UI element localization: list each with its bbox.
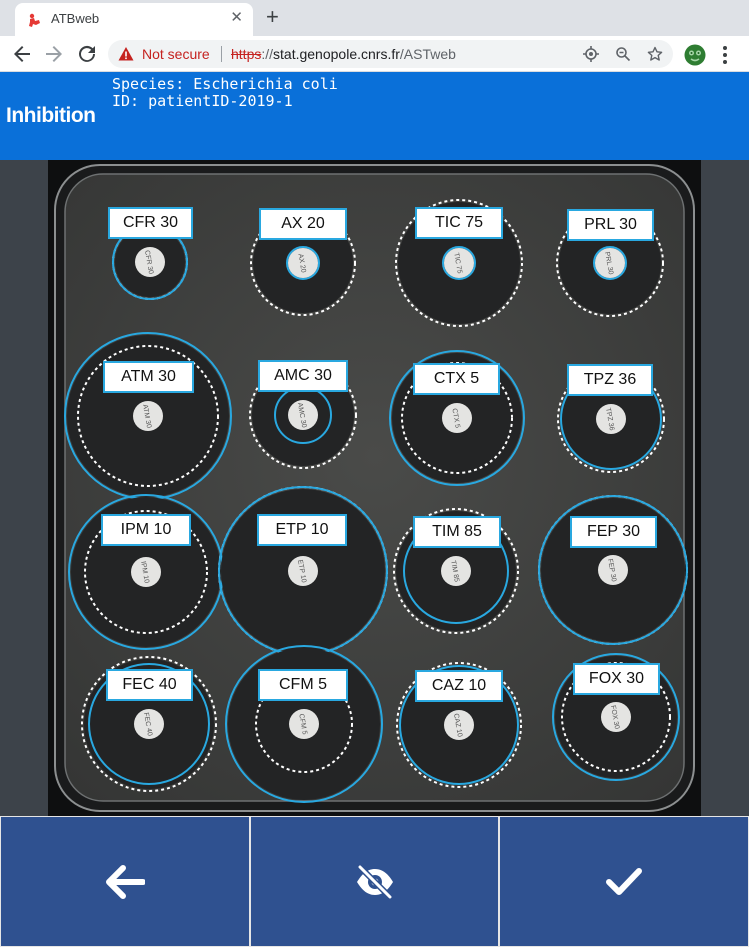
browser-tab[interactable]: ATBweb ✕ [15, 3, 253, 36]
sample-info: Species: Escherichia coli ID: patientID-2… [112, 76, 338, 110]
antibiotic-label-fep-30[interactable]: FEP 30 [570, 516, 657, 548]
url-separator: :// [261, 46, 274, 62]
close-tab-icon[interactable]: ✕ [230, 10, 243, 26]
bookmark-star-icon[interactable] [647, 46, 663, 62]
reload-icon[interactable] [75, 42, 99, 66]
page-title: Inhibition [6, 104, 96, 127]
antibiotic-label-amc-30[interactable]: AMC 30 [258, 360, 348, 392]
app-header: Inhibition Species: Escherichia coli ID: … [0, 72, 749, 160]
profile-avatar-icon[interactable] [684, 44, 706, 66]
back-button[interactable] [0, 816, 250, 947]
browser-menu-icon[interactable] [718, 44, 732, 66]
species-text: Species: Escherichia coli [112, 75, 338, 93]
eye-off-icon [356, 864, 393, 899]
antibiotic-label-prl-30[interactable]: PRL 30 [567, 209, 654, 241]
toggle-visibility-button[interactable] [250, 816, 499, 947]
antibiotic-label-tic-75[interactable]: TIC 75 [415, 207, 503, 239]
forward-icon[interactable] [42, 42, 66, 66]
url-host: stat.genopole.cnrs.fr [273, 46, 400, 62]
tab-title: ATBweb [51, 11, 100, 26]
antibiotic-label-ax-20[interactable]: AX 20 [259, 208, 347, 240]
antibiotic-label-tpz-36[interactable]: TPZ 36 [567, 364, 653, 396]
antibiotic-label-etp-10[interactable]: ETP 10 [257, 514, 347, 546]
antibiotic-label-ipm-10[interactable]: IPM 10 [101, 514, 191, 546]
petri-plate-image: CFR 30 AX 20 TIC 75 PRL 30 ATM 30 AMC 30 CTX 5… [48, 160, 701, 816]
antibiotic-label-atm-30[interactable]: ATM 30 [103, 361, 194, 393]
back-icon[interactable] [10, 42, 34, 66]
browser-tab-bar: ATBweb ✕ + [0, 0, 749, 36]
url-path: /ASTweb [399, 46, 456, 62]
security-status[interactable]: Not secure [142, 46, 210, 62]
antibiotic-label-cfr-30[interactable]: CFR 30 [108, 207, 193, 239]
new-tab-icon[interactable]: + [266, 4, 279, 30]
check-icon [606, 867, 642, 895]
antibiotic-label-cfm-5[interactable]: CFM 5 [258, 669, 348, 701]
antibiotic-label-caz-10[interactable]: CAZ 10 [415, 670, 503, 702]
omnibox-divider [221, 46, 222, 62]
url-text[interactable]: https://stat.genopole.cnrs.fr/ASTweb [231, 46, 456, 62]
msf-logo-icon [29, 13, 40, 27]
location-icon[interactable] [583, 46, 599, 62]
patient-id-text: ID: patientID-2019-1 [112, 92, 293, 110]
url-scheme: https [231, 46, 262, 62]
browser-toolbar: Not secure https://stat.genopole.cnrs.fr… [0, 36, 749, 72]
antibiotic-label-fec-40[interactable]: FEC 40 [106, 669, 193, 701]
confirm-button[interactable] [499, 816, 749, 947]
warning-icon [118, 47, 134, 61]
antibiotic-label-ctx-5[interactable]: CTX 5 [413, 363, 500, 395]
antibiotic-label-tim-85[interactable]: TIM 85 [413, 516, 501, 548]
address-bar[interactable]: Not secure https://stat.genopole.cnrs.fr… [108, 40, 673, 68]
arrow-left-icon [106, 864, 145, 899]
zoom-out-icon[interactable] [615, 46, 631, 62]
antibiotic-label-fox-30[interactable]: FOX 30 [573, 663, 660, 695]
